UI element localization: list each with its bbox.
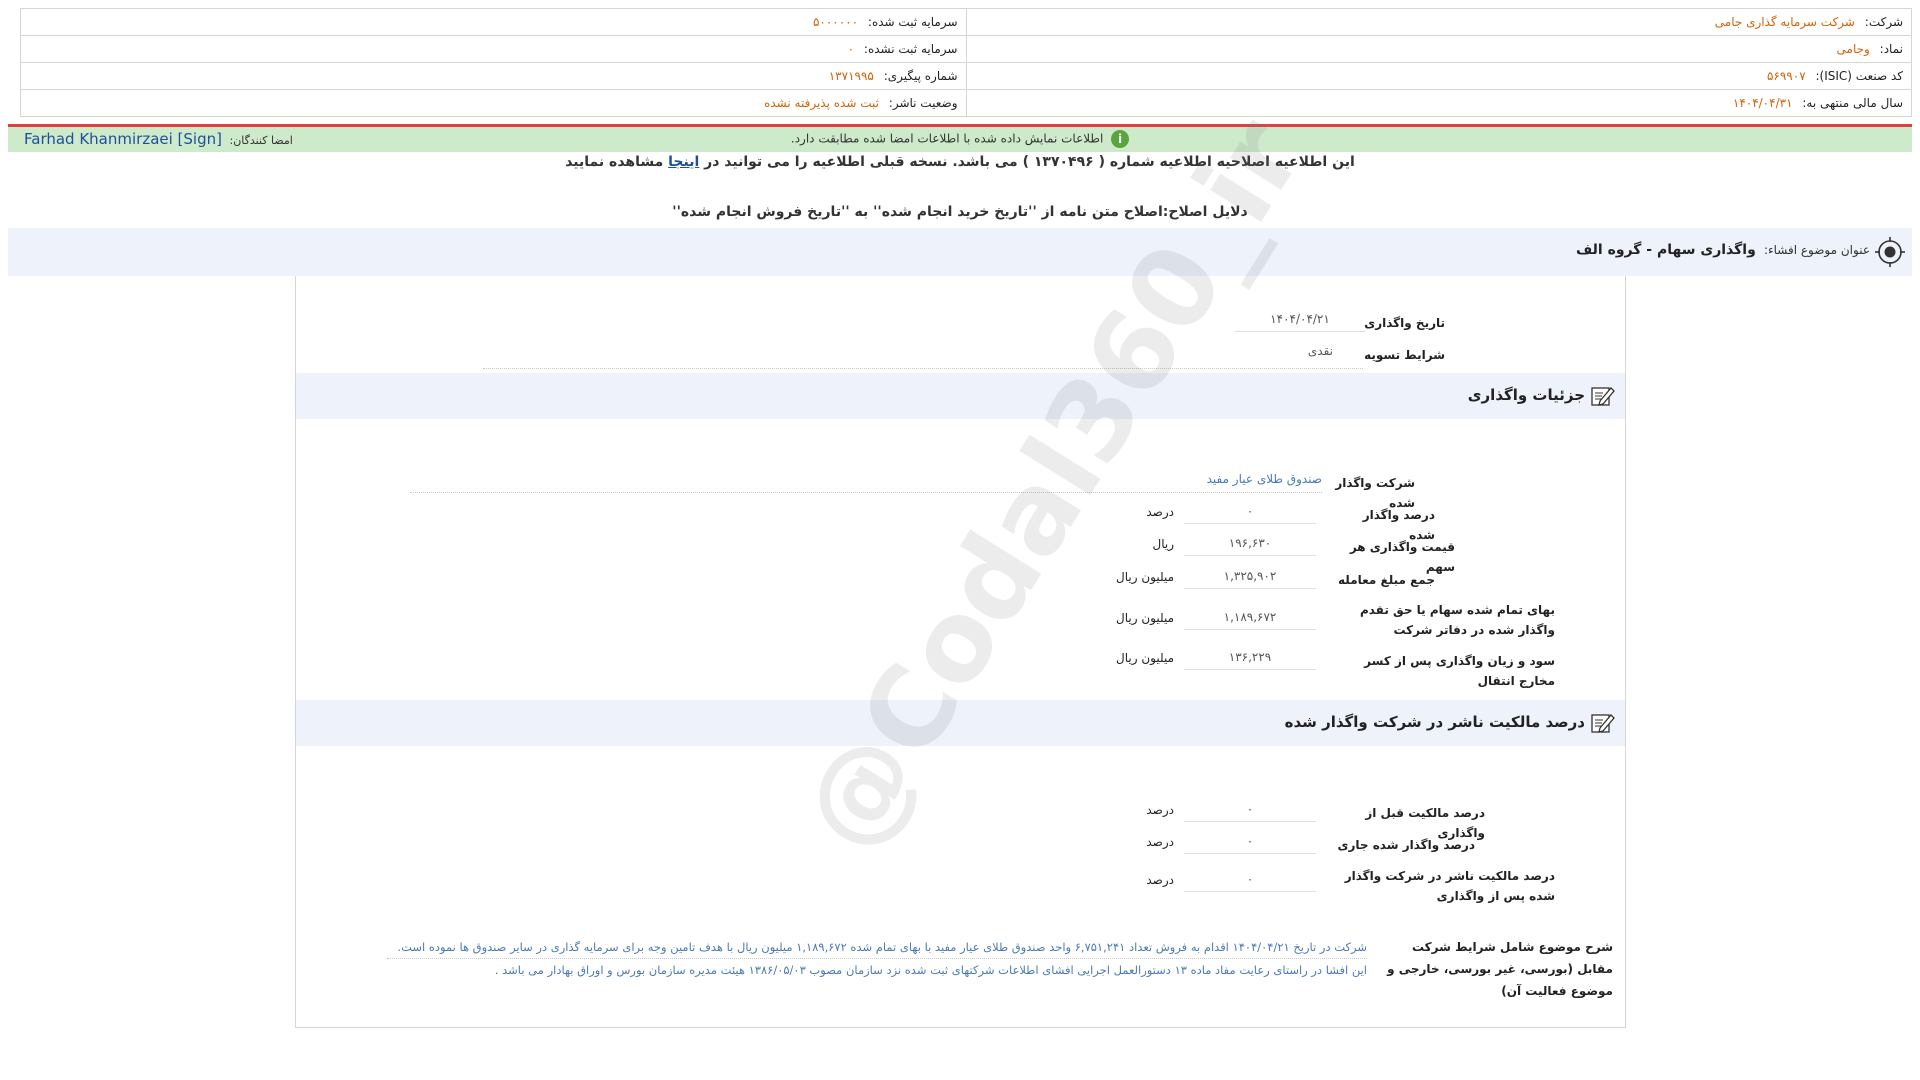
subject-label: عنوان موضوع افشاء:: [1763, 243, 1870, 257]
isic-label: کد صنعت (ISIC):: [1815, 69, 1903, 83]
settlement-value: نقدی: [1307, 344, 1333, 358]
description-line-2: این افشا در راستای رعایت مفاد ماده ۱۳ دس…: [494, 963, 1367, 977]
correction-reasons: دلایل اصلاح:اصلاح متن نامه از ''تاریخ خر…: [672, 204, 1248, 220]
description-text: شرکت در تاریخ ۱۴۰۴/۰۴/۲۱ اقدام به فروش ت…: [387, 936, 1367, 981]
current-transfer-label: درصد واگذار شده جاری: [1337, 838, 1475, 852]
description-label: شرح موضوع شامل شرایط شرکت مقابل (بورسی، …: [1387, 940, 1613, 998]
signer-name-link[interactable]: Farhad Khanmirzaei [Sign]: [24, 130, 222, 148]
subject-value: واگذاری سهام - گروه الف: [1575, 242, 1756, 258]
fiscal-year-cell: سال مالی منتهی به: ۱۴۰۴/۰۴/۳۱: [965, 89, 1912, 117]
info-icon: i: [1111, 130, 1130, 148]
signers: امضا کنندگان: Farhad Khanmirzaei [Sign]: [24, 130, 293, 148]
ownership-after-value: ۰: [1184, 868, 1316, 892]
subject-bar: عنوان موضوع افشاء: واگذاری سهام - گروه ا…: [8, 228, 1912, 276]
previous-version-link[interactable]: اینجا: [668, 154, 699, 170]
profit-loss-value: ۱۳۶,۲۲۹: [1184, 646, 1316, 670]
registered-capital-value: ۵۰۰۰۰۰۰: [812, 15, 859, 29]
tracking-number-label: شماره پیگیری:: [883, 69, 958, 83]
transferred-percent-unit: درصد: [1146, 505, 1174, 519]
publisher-status-value: ثبت شده پذیرفته نشده: [764, 96, 879, 110]
symbol-label: نماد:: [1879, 42, 1903, 56]
registered-capital-cell: سرمایه ثبت شده: ۵۰۰۰۰۰۰: [20, 8, 967, 36]
unregistered-capital-value: ۰: [847, 42, 855, 56]
fiscal-year-value: ۱۴۰۴/۰۴/۳۱: [1732, 96, 1793, 110]
total-amount-value: ۱,۳۲۵,۹۰۲: [1184, 565, 1316, 589]
ownership-after-label: درصد مالکیت ناشر در شرکت واگذار شده پس ا…: [1344, 869, 1555, 903]
disclosure-card: تاریخ واگذاری ۱۴۰۴/۰۴/۲۱ شرایط تسویه نقد…: [295, 276, 1626, 1028]
transferred-company-line: [410, 492, 1322, 493]
symbol-value: وجامی: [1836, 42, 1870, 56]
unregistered-capital-label: سرمایه ثبت نشده:: [863, 42, 958, 56]
registered-capital-label: سرمایه ثبت شده:: [867, 15, 958, 29]
settlement-label: شرایط تسویه: [1364, 348, 1445, 362]
book-value-value: ۱,۱۸۹,۶۷۲: [1184, 606, 1316, 630]
correction-text-start: این اطلاعیه اصلاحیه اطلاعیه شماره ( ۱۳۷۰…: [704, 154, 1355, 170]
total-amount-unit: میلیون ریال: [1116, 570, 1174, 584]
profit-loss-label: سود و زیان واگذاری پس از کسر مخارج انتقا…: [1364, 654, 1555, 688]
current-transfer-unit: درصد: [1146, 835, 1174, 849]
company-label: شرکت:: [1864, 15, 1903, 29]
company-value: شرکت سرمایه گذاری جامی: [1714, 15, 1855, 29]
signature-status: i اطلاعات نمایش داده شده با اطلاعات امضا…: [8, 130, 1912, 148]
details-section-header: جزئیات واگذاری: [296, 373, 1625, 419]
publisher-status-cell: وضعیت ناشر: ثبت شده پذیرفته نشده: [20, 89, 967, 117]
target-icon: [1875, 237, 1905, 267]
signature-status-message: اطلاعات نمایش داده شده با اطلاعات امضا ش…: [790, 131, 1104, 146]
details-section-title: جزئیات واگذاری: [1467, 386, 1585, 404]
correction-text-end: مشاهده نمایید: [565, 154, 664, 170]
transfer-date-value: ۱۴۰۴/۰۴/۲۱: [1235, 308, 1365, 332]
isic-value: ۵۶۹۹۰۷: [1766, 69, 1806, 83]
transferred-percent-value: ۰: [1184, 500, 1316, 524]
current-transfer-value: ۰: [1184, 830, 1316, 854]
total-amount-label: جمع مبلغ معامله: [1338, 573, 1435, 587]
fiscal-year-label: سال مالی منتهی به:: [1802, 96, 1903, 110]
book-value-label: بهای تمام شده سهام یا حق تقدم واگذار شده…: [1359, 603, 1555, 637]
edit-icon: [1591, 387, 1615, 406]
ownership-before-unit: درصد: [1146, 803, 1174, 817]
isic-cell: کد صنعت (ISIC): ۵۶۹۹۰۷: [965, 62, 1912, 90]
tracking-number-cell: شماره پیگیری: ۱۳۷۱۹۹۵: [20, 62, 967, 90]
company-cell: شرکت: شرکت سرمایه گذاری جامی: [965, 8, 1912, 36]
signature-status-bar: i اطلاعات نمایش داده شده با اطلاعات امضا…: [8, 124, 1912, 152]
settlement-line: [483, 368, 1363, 369]
signers-label: امضا کنندگان:: [229, 134, 293, 147]
description-line-1: شرکت در تاریخ ۱۴۰۴/۰۴/۲۱ اقدام به فروش ت…: [387, 936, 1367, 959]
symbol-cell: نماد: وجامی: [965, 35, 1912, 63]
tracking-number-value: ۱۳۷۱۹۹۵: [828, 69, 874, 83]
transferred-company-value: صندوق طلای عیار مفید: [1206, 472, 1322, 486]
correction-notice: این اطلاعیه اصلاحیه اطلاعیه شماره ( ۱۳۷۰…: [0, 154, 1920, 170]
price-per-share-value: ۱۹۶,۶۳۰: [1184, 532, 1316, 556]
ownership-after-unit: درصد: [1146, 873, 1174, 887]
edit-icon: [1591, 714, 1615, 733]
profit-loss-unit: میلیون ریال: [1116, 651, 1174, 665]
ownership-section-title: درصد مالکیت ناشر در شرکت واگذار شده: [1284, 713, 1585, 731]
book-value-unit: میلیون ریال: [1116, 611, 1174, 625]
ownership-section-header: درصد مالکیت ناشر در شرکت واگذار شده: [296, 700, 1625, 746]
unregistered-capital-cell: سرمایه ثبت نشده: ۰: [20, 35, 967, 63]
price-per-share-unit: ریال: [1152, 537, 1174, 551]
company-info-table: شرکت: شرکت سرمایه گذاری جامی سرمایه ثبت …: [20, 8, 1912, 117]
ownership-before-value: ۰: [1184, 798, 1316, 822]
subject-title: عنوان موضوع افشاء: واگذاری سهام - گروه ا…: [1576, 242, 1870, 258]
publisher-status-label: وضعیت ناشر:: [888, 96, 958, 110]
